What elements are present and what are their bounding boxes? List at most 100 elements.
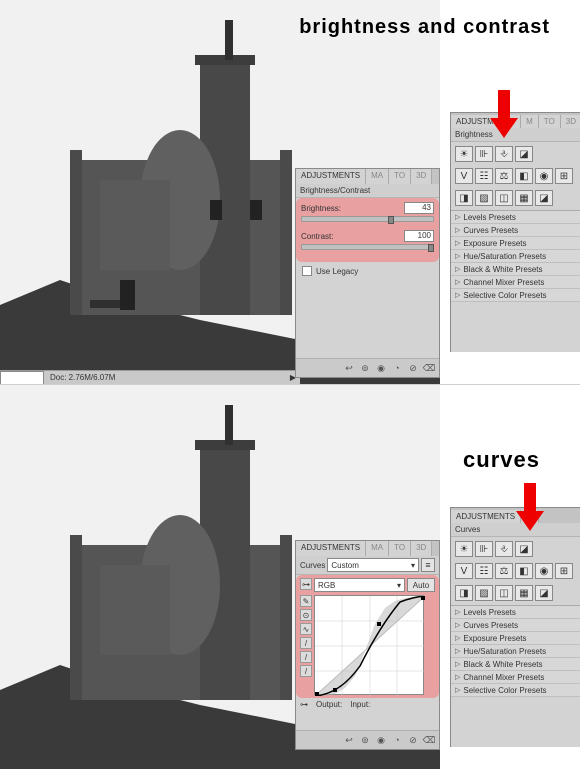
- chanmix-icon[interactable]: ⊞: [555, 563, 573, 579]
- brightness-slider[interactable]: [301, 216, 434, 222]
- invert-icon[interactable]: ◨: [455, 585, 473, 601]
- selcolor-icon[interactable]: ◪: [535, 190, 553, 206]
- smooth-icon[interactable]: ∿: [300, 623, 312, 635]
- tab-to[interactable]: TO: [539, 115, 561, 128]
- adjustments-panel: ADJUSTMENTS M Curves ☀ ⊪ ⎀ ◪ V ☷ ⚖ ◧ ◉ ⊞…: [450, 507, 580, 747]
- tab-3d[interactable]: 3D: [411, 541, 432, 556]
- exposure-icon[interactable]: ◪: [515, 146, 533, 162]
- tab-to[interactable]: TO: [389, 169, 411, 184]
- preset-exposure[interactable]: ▷Exposure Presets: [451, 237, 580, 250]
- curves-icon[interactable]: ⎀: [495, 146, 513, 162]
- photofilter-icon[interactable]: ◉: [535, 563, 553, 579]
- preset-levels[interactable]: ▷Levels Presets: [451, 211, 580, 224]
- threshold-icon[interactable]: ◫: [495, 585, 513, 601]
- tab-adjustments[interactable]: ADJUSTMENTS: [296, 169, 366, 184]
- levels-icon[interactable]: ⊪: [475, 541, 493, 557]
- annotation-arrow-bottom: [510, 483, 550, 533]
- photofilter-icon[interactable]: ◉: [535, 168, 553, 184]
- selcolor-icon[interactable]: ◪: [535, 585, 553, 601]
- tab-masks[interactable]: MA: [366, 541, 389, 556]
- black-eyedropper-icon[interactable]: /: [300, 637, 312, 649]
- presets-list: ▷Levels Presets ▷Curves Presets ▷Exposur…: [451, 210, 580, 302]
- reset-icon[interactable]: ⊘: [407, 362, 419, 374]
- preset-label: Black & White Presets: [463, 265, 542, 274]
- brightness-input[interactable]: 43: [404, 202, 434, 214]
- bw-icon[interactable]: ◧: [515, 563, 533, 579]
- tab-to[interactable]: TO: [389, 541, 411, 556]
- preset-levels[interactable]: ▷Levels Presets: [451, 606, 580, 619]
- screenshot-top: Doc: 2.76M/6.07M ▶ brightness and contra…: [0, 0, 580, 384]
- contrast-input[interactable]: 100: [404, 230, 434, 242]
- tab-adjustments[interactable]: ADJUSTMENTS: [296, 541, 366, 556]
- reset-icon[interactable]: ⊘: [407, 734, 419, 746]
- levels-icon[interactable]: ⊪: [475, 146, 493, 162]
- pencil-icon[interactable]: ✎: [300, 595, 312, 607]
- vibrance-icon[interactable]: V: [455, 563, 473, 579]
- preset-menu-icon[interactable]: ≡: [421, 558, 435, 572]
- preset-label: Curves Presets: [463, 621, 518, 630]
- brightness-icon[interactable]: ☀: [455, 146, 473, 162]
- preset-label: Curves Presets: [463, 226, 518, 235]
- chanmix-icon[interactable]: ⊞: [555, 168, 573, 184]
- eye-icon[interactable]: ◉: [375, 734, 387, 746]
- huesat-icon[interactable]: ☷: [475, 168, 493, 184]
- clip-icon[interactable]: ⊚: [359, 362, 371, 374]
- posterize-icon[interactable]: ▨: [475, 585, 493, 601]
- gradmap-icon[interactable]: ▦: [515, 585, 533, 601]
- exposure-icon[interactable]: ◪: [515, 541, 533, 557]
- preset-label: Hue/Saturation Presets: [463, 647, 546, 656]
- huesat-icon[interactable]: ☷: [475, 563, 493, 579]
- gray-eyedropper-icon[interactable]: /: [300, 651, 312, 663]
- use-legacy-checkbox[interactable]: [302, 266, 312, 276]
- screenshot-bottom: curves ADJUSTMENTS M Curves ☀ ⊪ ⎀ ◪ V ☷ …: [0, 385, 580, 769]
- colorbal-icon[interactable]: ⚖: [495, 563, 513, 579]
- preset-label: Channel Mixer Presets: [463, 673, 544, 682]
- preset-curves[interactable]: ▷Curves Presets: [451, 619, 580, 632]
- preset-huesat[interactable]: ▷Hue/Saturation Presets: [451, 250, 580, 263]
- preset-curves[interactable]: ▷Curves Presets: [451, 224, 580, 237]
- return-icon[interactable]: ↩: [343, 362, 355, 374]
- clip-icon[interactable]: ⊚: [359, 734, 371, 746]
- curves-preset-select[interactable]: Custom▾: [327, 558, 419, 572]
- preset-exposure[interactable]: ▷Exposure Presets: [451, 632, 580, 645]
- white-eyedropper-icon[interactable]: /: [300, 665, 312, 677]
- brightness-icon[interactable]: ☀: [455, 541, 473, 557]
- preset-bw[interactable]: ▷Black & White Presets: [451, 658, 580, 671]
- preset-selcolor[interactable]: ▷Selective Color Presets: [451, 289, 580, 302]
- preset-huesat[interactable]: ▷Hue/Saturation Presets: [451, 645, 580, 658]
- contrast-slider[interactable]: [301, 244, 434, 250]
- eye-icon[interactable]: ◉: [375, 362, 387, 374]
- trash-icon[interactable]: ⌫: [423, 362, 435, 374]
- bw-icon[interactable]: ◧: [515, 168, 533, 184]
- tab-3d[interactable]: 3D: [561, 115, 580, 128]
- curves-graph[interactable]: [314, 595, 424, 695]
- curves-panel: ADJUSTMENTS MA TO 3D Curves Custom▾ ≡ ⊶ …: [295, 540, 440, 750]
- point-icon[interactable]: ⊙: [300, 609, 312, 621]
- curves-body-highlight: ⊶ RGB▾ Auto ✎ ⊙ ∿ / / /: [296, 575, 439, 698]
- auto-button[interactable]: Auto: [407, 578, 435, 592]
- trash-icon[interactable]: ⌫: [423, 734, 435, 746]
- prev-icon[interactable]: ◔: [391, 362, 403, 374]
- colorbal-icon[interactable]: ⚖: [495, 168, 513, 184]
- gradmap-icon[interactable]: ▦: [515, 190, 533, 206]
- scrubby-icon[interactable]: ⊶: [300, 578, 312, 590]
- zoom-field[interactable]: [0, 371, 44, 385]
- preset-selcolor[interactable]: ▷Selective Color Presets: [451, 684, 580, 697]
- tab-3d[interactable]: 3D: [411, 169, 432, 184]
- tab-masks[interactable]: MA: [366, 169, 389, 184]
- output-label: Output:: [316, 700, 342, 709]
- vibrance-icon[interactable]: V: [455, 168, 473, 184]
- return-icon[interactable]: ↩: [343, 734, 355, 746]
- posterize-icon[interactable]: ▨: [475, 190, 493, 206]
- brightness-label: Brightness:: [301, 204, 341, 213]
- threshold-icon[interactable]: ◫: [495, 190, 513, 206]
- prev-icon[interactable]: ◔: [391, 734, 403, 746]
- curves-icon[interactable]: ⎀: [495, 541, 513, 557]
- preset-chanmix[interactable]: ▷Channel Mixer Presets: [451, 276, 580, 289]
- contrast-row: Contrast: 100: [301, 230, 434, 250]
- preset-bw[interactable]: ▷Black & White Presets: [451, 263, 580, 276]
- invert-icon[interactable]: ◨: [455, 190, 473, 206]
- channel-select[interactable]: RGB▾: [314, 578, 405, 592]
- preset-chanmix[interactable]: ▷Channel Mixer Presets: [451, 671, 580, 684]
- preset-label: Exposure Presets: [463, 634, 526, 643]
